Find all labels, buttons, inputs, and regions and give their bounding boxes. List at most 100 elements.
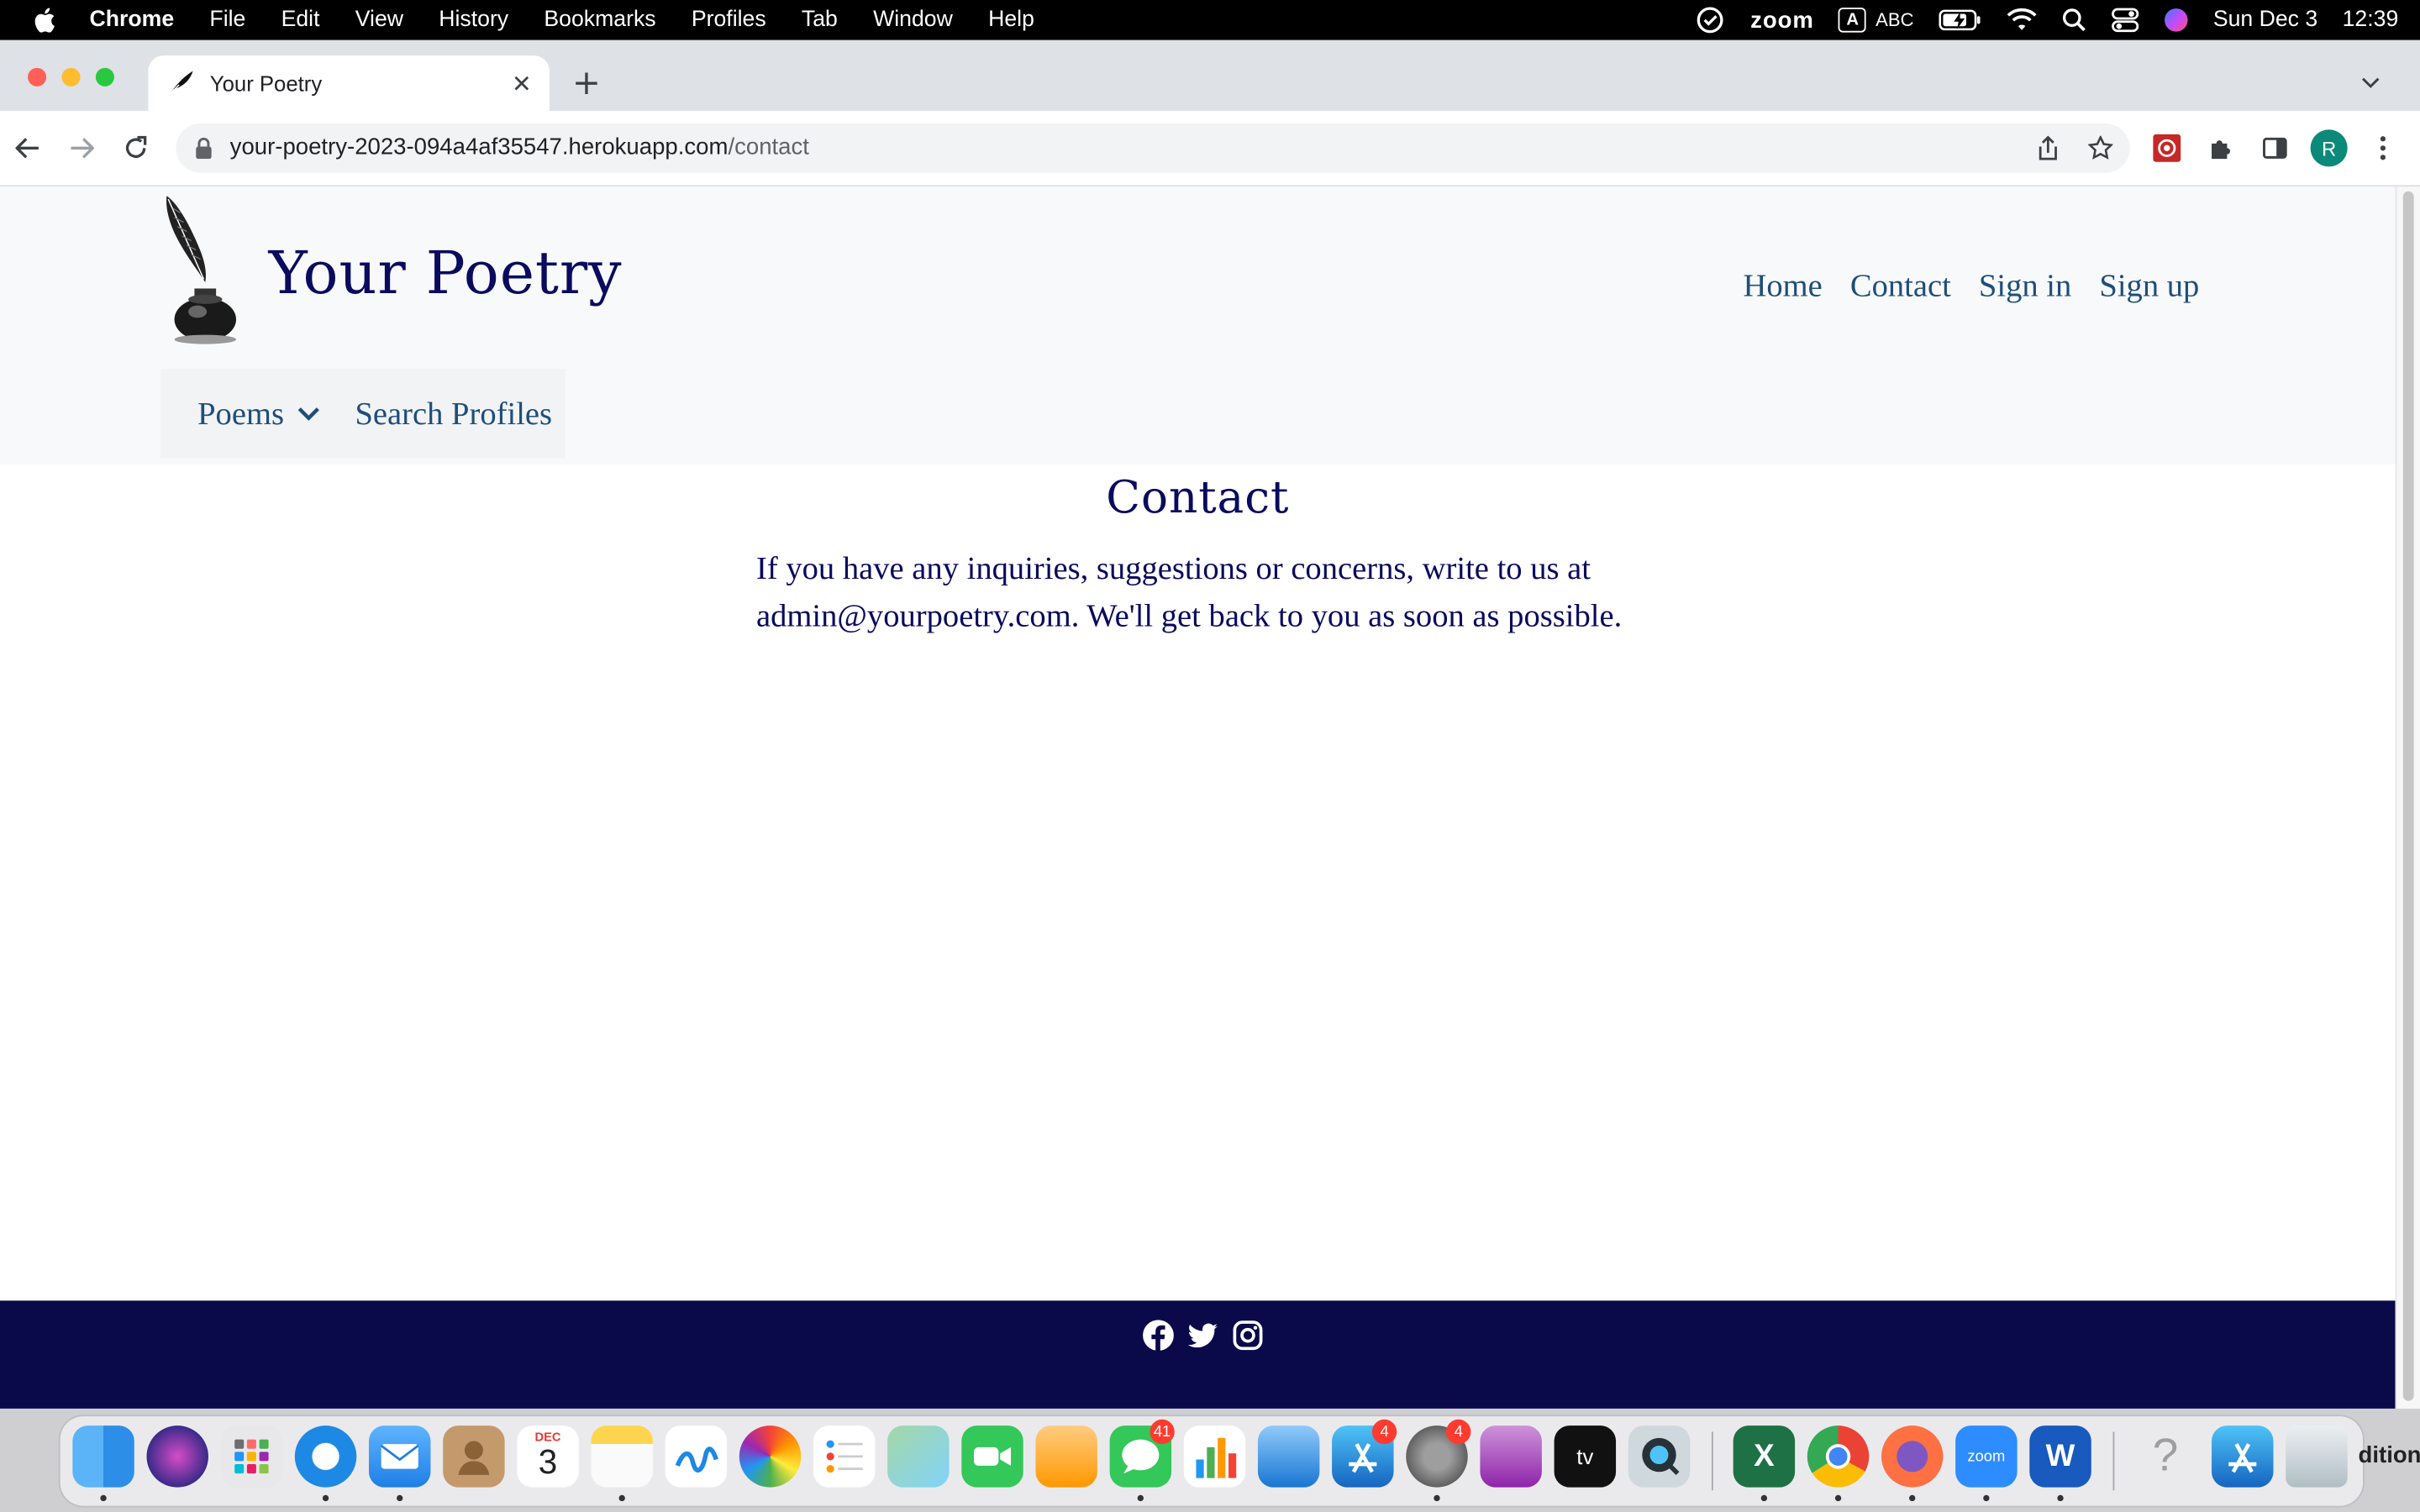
- launchpad-icon[interactable]: [220, 1425, 283, 1488]
- window-minimize-button[interactable]: [61, 67, 81, 87]
- menu-bookmarks[interactable]: Bookmarks: [544, 8, 655, 32]
- system-settings-badge: 4: [1446, 1419, 1471, 1445]
- numbers-icon[interactable]: [1183, 1425, 1246, 1488]
- apple-menu-icon[interactable]: [34, 8, 55, 33]
- firefox-icon[interactable]: [1881, 1425, 1944, 1488]
- excel-icon[interactable]: X: [1733, 1425, 1796, 1488]
- apple-tv-icon[interactable]: tv: [1554, 1425, 1617, 1488]
- zoom-app-icon[interactable]: zoom: [1955, 1425, 2018, 1488]
- nav-sign-up-link[interactable]: Sign up: [2099, 267, 2199, 306]
- contacts-icon[interactable]: [443, 1425, 505, 1488]
- input-source-menu[interactable]: A ABC: [1839, 8, 1914, 33]
- pages-icon[interactable]: [1035, 1425, 1097, 1488]
- page-scrollbar[interactable]: [2395, 186, 2420, 1409]
- notes-icon[interactable]: [591, 1425, 653, 1488]
- running-indicator-zoom: [1983, 1494, 1990, 1502]
- menu-tab[interactable]: Tab: [802, 8, 838, 32]
- quicktime-icon[interactable]: [1628, 1425, 1691, 1488]
- share-icon[interactable]: [2028, 128, 2068, 168]
- poems-dropdown-label: Poems: [197, 394, 284, 432]
- macos-menu-bar: Chrome File Edit View History Bookmarks …: [0, 0, 2420, 40]
- menu-edit[interactable]: Edit: [281, 8, 320, 32]
- menu-help[interactable]: Help: [988, 8, 1034, 32]
- finder-icon[interactable]: [72, 1425, 134, 1488]
- contact-paragraph: If you have any inquiries, suggestions o…: [756, 544, 1651, 640]
- menu-window[interactable]: Window: [873, 8, 953, 32]
- window-zoom-button[interactable]: [95, 67, 114, 87]
- menu-profiles[interactable]: Profiles: [692, 8, 766, 32]
- running-indicator-notes: [618, 1494, 625, 1502]
- social-links: [1142, 1319, 1264, 1352]
- chrome-menu-kebab-icon[interactable]: [2363, 128, 2403, 168]
- photos-icon[interactable]: [739, 1425, 802, 1488]
- wifi-icon[interactable]: [2007, 8, 2038, 32]
- bookmark-star-icon[interactable]: [2081, 128, 2121, 168]
- mail-icon[interactable]: [368, 1425, 431, 1488]
- menu-view[interactable]: View: [355, 8, 403, 32]
- extension-red-icon[interactable]: [2147, 128, 2187, 168]
- running-indicator-firefox: [1909, 1494, 1916, 1502]
- calendar-icon[interactable]: DEC 3: [517, 1425, 579, 1488]
- siri-dock-icon[interactable]: [146, 1425, 208, 1488]
- unknown-app-question-icon[interactable]: ?: [2134, 1425, 2196, 1487]
- maps-icon[interactable]: [887, 1425, 950, 1488]
- site-footer: [0, 1300, 2396, 1409]
- reminders-icon[interactable]: [813, 1425, 876, 1488]
- focus-status-icon[interactable]: [1695, 5, 1726, 36]
- siri-icon[interactable]: [2164, 8, 2188, 32]
- instagram-icon[interactable]: [1232, 1319, 1265, 1352]
- search-profiles-link[interactable]: Search Profiles: [355, 394, 552, 433]
- menu-file[interactable]: File: [209, 8, 245, 32]
- twitter-icon[interactable]: [1186, 1319, 1219, 1352]
- spotlight-search-icon[interactable]: [2062, 8, 2086, 32]
- poems-dropdown[interactable]: Poems: [197, 394, 321, 433]
- contact-text-line-1: If you have any inquiries, suggestions o…: [756, 549, 1591, 586]
- site-brand-title[interactable]: Your Poetry: [269, 239, 623, 307]
- dock-separator-2: [2112, 1431, 2115, 1491]
- menubar-date[interactable]: Sun Dec 3: [2213, 8, 2317, 32]
- url-path: /contact: [728, 134, 809, 161]
- zoom-app-label: zoom: [1967, 1447, 2006, 1465]
- safari-icon[interactable]: [294, 1425, 357, 1488]
- facetime-icon[interactable]: [961, 1425, 1023, 1488]
- control-center-icon[interactable]: [2112, 8, 2139, 33]
- word-icon[interactable]: W: [2029, 1425, 2091, 1488]
- tab-search-chevron-icon[interactable]: [2352, 65, 2389, 102]
- quill-inkwell-logo-icon[interactable]: [155, 193, 254, 348]
- reload-icon[interactable]: [116, 128, 156, 168]
- url-text: your-poetry-2023-094a4af35547.herokuapp.…: [230, 134, 809, 160]
- forward-arrow-icon[interactable]: [61, 128, 102, 168]
- menu-history[interactable]: History: [439, 8, 508, 32]
- scrollbar-thumb[interactable]: [2402, 191, 2414, 1401]
- battery-charging-icon[interactable]: [1939, 9, 1981, 31]
- chrome-dock-icon[interactable]: [1807, 1425, 1870, 1488]
- facebook-icon[interactable]: [1142, 1319, 1175, 1352]
- podcasts-icon[interactable]: [1480, 1425, 1542, 1488]
- new-tab-plus-icon[interactable]: [568, 65, 605, 102]
- freeform-icon[interactable]: [665, 1425, 728, 1488]
- nav-sign-in-link[interactable]: Sign in: [1979, 267, 2071, 306]
- app-store-folder-icon[interactable]: [2212, 1425, 2274, 1488]
- tab-close-icon[interactable]: [503, 65, 540, 102]
- address-bar[interactable]: your-poetry-2023-094a4af35547.herokuapp.…: [176, 123, 2130, 173]
- chevron-down-icon: [297, 407, 319, 421]
- nav-home-link[interactable]: Home: [1744, 267, 1823, 306]
- lock-icon[interactable]: [194, 137, 213, 160]
- extensions-puzzle-icon[interactable]: [2201, 128, 2241, 168]
- window-close-button[interactable]: [28, 67, 47, 87]
- zoom-status-item[interactable]: zoom: [1750, 7, 1814, 33]
- app-store-badge: 4: [1371, 1419, 1397, 1445]
- keynote-icon[interactable]: [1257, 1425, 1320, 1488]
- tab-your-poetry[interactable]: Your Poetry: [148, 55, 550, 112]
- menubar-time[interactable]: 12:39: [2343, 8, 2399, 32]
- tab-title: Your Poetry: [209, 71, 323, 96]
- side-panel-icon[interactable]: [2254, 128, 2295, 168]
- running-indicator-messages: [1137, 1494, 1144, 1502]
- menu-app-chrome[interactable]: Chrome: [90, 8, 175, 32]
- back-arrow-icon[interactable]: [8, 128, 48, 168]
- nav-contact-link[interactable]: Contact: [1850, 267, 1951, 306]
- profile-avatar[interactable]: R: [2310, 129, 2348, 167]
- apple-tv-label: tv: [1576, 1444, 1594, 1469]
- macos-dock: DEC 3 41 4 4 tv X zoom W ?: [58, 1415, 2365, 1508]
- trash-icon[interactable]: [2286, 1425, 2348, 1488]
